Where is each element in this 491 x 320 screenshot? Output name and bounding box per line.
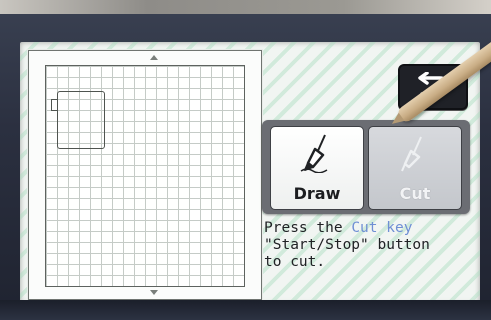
mat-preview[interactable] [28,50,262,300]
triangle-up-icon[interactable] [150,55,158,60]
cut-button-label: Cut [399,184,431,203]
cut-key-highlight: Cut key [351,220,413,236]
blade-icon [401,136,422,172]
draw-button[interactable]: Draw [270,126,364,210]
device-top-edge [0,0,491,14]
instruction-line-1: Press the Cut key [264,220,474,237]
mode-selector: Draw Cut [262,120,470,214]
pen-icon [300,134,328,173]
device-bottom-edge [0,300,491,320]
instruction-line-2: "Start/Stop" button [264,237,430,253]
cut-button[interactable]: Cut [368,126,462,210]
draw-button-label: Draw [293,184,341,203]
triangle-down-icon[interactable] [150,290,158,295]
touch-screen: Draw Cut Press the Cut key "Start/Stop" … [20,42,480,304]
pattern-outline [57,91,105,149]
instruction-line-1-text: Press the [264,220,352,236]
instruction-text: Press the Cut key "Start/Stop" button to… [264,220,474,271]
pattern-outline-notch [51,99,58,111]
instruction-line-3: to cut. [264,254,326,270]
cutting-machine-device: Draw Cut Press the Cut key "Start/Stop" … [0,0,491,320]
